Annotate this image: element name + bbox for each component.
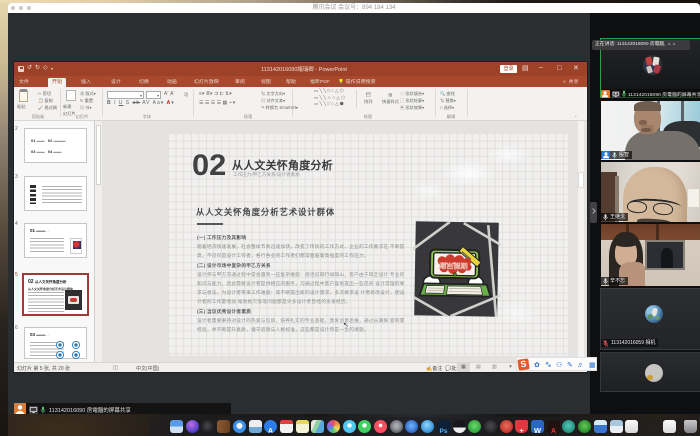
svg-text:潮岂假期: 潮岂假期 xyxy=(439,261,468,271)
